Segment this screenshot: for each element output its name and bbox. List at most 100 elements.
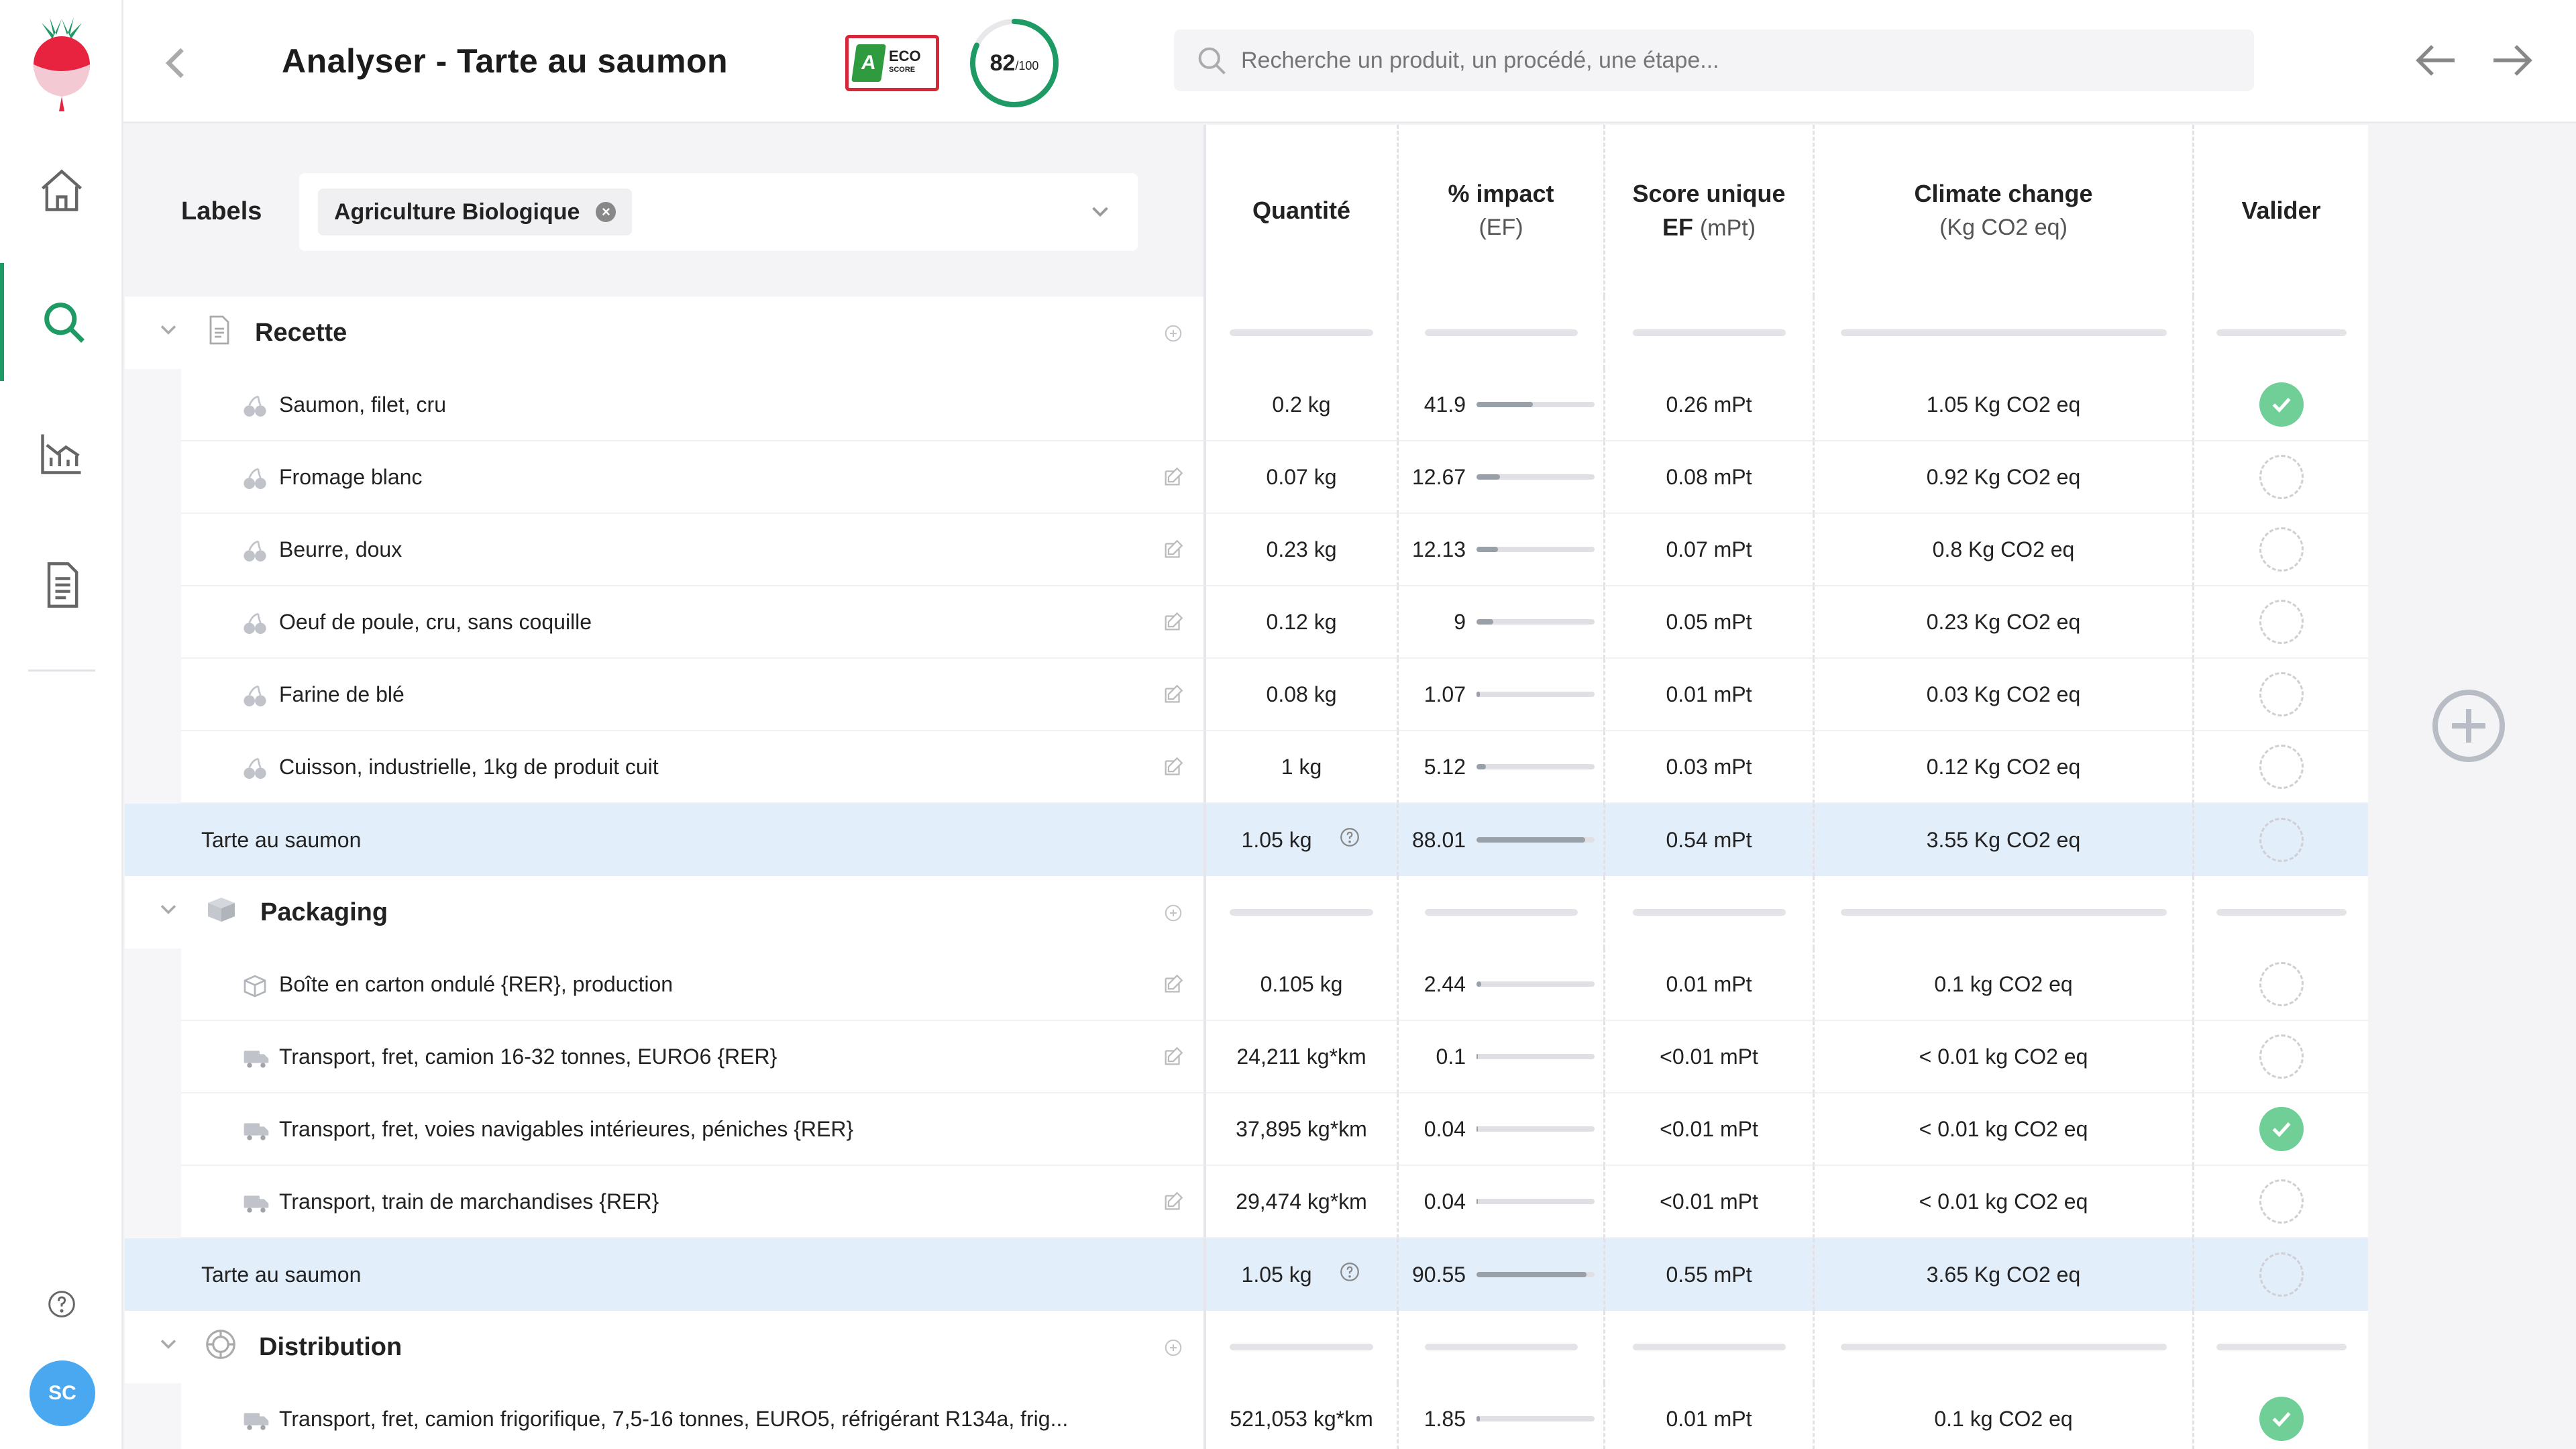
validate-toggle[interactable] (2259, 1252, 2304, 1297)
chevron-down-icon[interactable] (157, 319, 180, 347)
section-row-recette[interactable]: Recette (125, 297, 2368, 369)
table-row[interactable]: Transport, train de marchandises {RER} 2… (125, 1166, 2368, 1238)
item-ef: 0.01 mPt (1603, 949, 1813, 1021)
table-row[interactable]: Transport, fret, camion 16-32 tonnes, EU… (125, 1021, 2368, 1093)
table-row[interactable]: Farine de blé 0.08 kg 1.07 0.01 mPt 0.03… (125, 659, 2368, 731)
add-item-icon[interactable] (1163, 1338, 1183, 1363)
impact-bar (1477, 1199, 1595, 1204)
table-row[interactable]: Transport, fret, camion frigorifique, 7,… (125, 1383, 2368, 1449)
validate-toggle[interactable] (2259, 1034, 2304, 1079)
item-name: Farine de blé (279, 682, 405, 706)
validated-check-icon[interactable] (2259, 382, 2304, 427)
chevron-down-icon[interactable] (1088, 200, 1112, 224)
edit-icon[interactable] (1162, 538, 1185, 566)
item-name: Transport, fret, camion frigorifique, 7,… (279, 1406, 1069, 1431)
col-header-valid: Valider (2192, 125, 2368, 297)
section-label: Packaging (260, 898, 388, 926)
edit-icon[interactable] (1162, 1190, 1185, 1218)
validate-toggle[interactable] (2259, 527, 2304, 572)
validate-toggle[interactable] (2259, 455, 2304, 499)
validate-toggle[interactable] (2259, 818, 2304, 862)
search-bar[interactable] (1174, 30, 2254, 91)
arrow-right-icon[interactable] (2487, 36, 2536, 85)
ingredient-icon (241, 755, 268, 788)
item-ef: <0.01 mPt (1603, 1166, 1813, 1238)
add-item-icon[interactable] (1163, 323, 1183, 349)
table-row[interactable]: Oeuf de poule, cru, sans coquille 0.12 k… (125, 586, 2368, 659)
edit-icon[interactable] (1162, 755, 1185, 784)
item-qty: 0.2 kg (1203, 369, 1397, 441)
edit-icon[interactable] (1162, 683, 1185, 711)
section-label: Distribution (259, 1332, 402, 1361)
ingredient-icon (241, 610, 268, 643)
table-row[interactable]: Cuisson, industrielle, 1kg de produit cu… (125, 731, 2368, 804)
table-row[interactable]: Fromage blanc 0.07 kg 12.67 0.08 mPt 0.9… (125, 441, 2368, 514)
item-ef: <0.01 mPt (1603, 1093, 1813, 1166)
ingredient-icon (241, 393, 268, 425)
table-row[interactable]: Transport, fret, voies navigables intéri… (125, 1093, 2368, 1166)
add-item-icon[interactable] (1163, 903, 1183, 928)
item-qty: 24,211 kg*km (1203, 1021, 1397, 1093)
item-name: Transport, fret, voies navigables intéri… (279, 1116, 854, 1141)
help-icon[interactable] (1338, 1260, 1361, 1289)
impact-bar (1477, 402, 1595, 407)
validated-check-icon[interactable] (2259, 1397, 2304, 1441)
help-icon[interactable] (1338, 826, 1361, 854)
eco-score-text: ECO (889, 48, 921, 64)
validate-toggle[interactable] (2259, 672, 2304, 716)
item-ef: 0.26 mPt (1603, 369, 1813, 441)
chevron-down-icon[interactable] (157, 898, 180, 926)
impact-value: 1.07 (1424, 682, 1466, 706)
chevron-down-icon[interactable] (157, 1333, 180, 1361)
score-gauge: 82/100 (966, 15, 1063, 111)
nav-report[interactable] (0, 526, 123, 644)
edit-icon[interactable] (1162, 466, 1185, 494)
edit-icon[interactable] (1162, 1045, 1185, 1073)
item-qty: 29,474 kg*km (1203, 1166, 1397, 1238)
impact-value: 0.04 (1424, 1189, 1466, 1214)
remove-chip-icon[interactable]: × (596, 202, 616, 222)
avatar[interactable]: SC (30, 1360, 95, 1426)
add-column-button[interactable] (2428, 686, 2509, 769)
item-qty: 37,895 kg*km (1203, 1093, 1397, 1166)
item-qty: 1 kg (1203, 731, 1397, 804)
validate-toggle[interactable] (2259, 962, 2304, 1006)
subtotal-row: Tarte au saumon 1.05 kg 90.55 0.55 mPt 3… (125, 1238, 2368, 1311)
item-name: Beurre, doux (279, 537, 402, 561)
search-icon (44, 303, 85, 343)
help-button[interactable] (47, 1289, 76, 1322)
labels-select[interactable]: Agriculture Biologique × (299, 173, 1138, 251)
impact-value: 5.12 (1424, 754, 1466, 779)
nav-analyse[interactable] (0, 263, 123, 381)
subtotal-row: Tarte au saumon 1.05 kg 88.01 0.54 mPt 3… (125, 804, 2368, 876)
edit-icon[interactable] (1162, 973, 1185, 1001)
table-body: Recette Saumon, filet, cru 0.2 kg 41.9 0… (125, 297, 2368, 1449)
impact-value: 12.13 (1412, 537, 1466, 561)
edit-icon[interactable] (1162, 610, 1185, 639)
item-name: Transport, train de marchandises {RER} (279, 1189, 659, 1214)
eco-score-subtext: SCORE (889, 66, 916, 74)
section-row-distribution[interactable]: Distribution (125, 1311, 2368, 1383)
radish-logo[interactable] (21, 13, 102, 114)
search-input[interactable] (1241, 47, 2180, 74)
subtotal-climate: 3.55 Kg CO2 eq (1813, 804, 2192, 876)
ingredient-icon (241, 538, 268, 570)
validate-toggle[interactable] (2259, 600, 2304, 644)
table-row[interactable]: Beurre, doux 0.23 kg 12.13 0.07 mPt 0.8 … (125, 514, 2368, 586)
col-header-impact: % impact (EF) (1397, 125, 1603, 297)
validate-toggle[interactable] (2259, 745, 2304, 789)
arrow-left-icon[interactable] (2412, 36, 2461, 85)
table-row[interactable]: Boîte en carton ondulé {RER}, production… (125, 949, 2368, 1021)
document-icon (47, 562, 78, 608)
item-climate: 0.8 Kg CO2 eq (1813, 514, 2192, 586)
item-name: Cuisson, industrielle, 1kg de produit cu… (279, 754, 659, 779)
subtotal-qty: 1.05 kg (1241, 827, 1312, 852)
item-ef: <0.01 mPt (1603, 1021, 1813, 1093)
nav-stats[interactable] (0, 394, 123, 513)
nav-home[interactable] (0, 131, 123, 250)
validate-toggle[interactable] (2259, 1179, 2304, 1224)
validated-check-icon[interactable] (2259, 1107, 2304, 1151)
back-button[interactable] (157, 39, 197, 91)
section-row-packaging[interactable]: Packaging (125, 876, 2368, 949)
table-row[interactable]: Saumon, filet, cru 0.2 kg 41.9 0.26 mPt … (125, 369, 2368, 441)
